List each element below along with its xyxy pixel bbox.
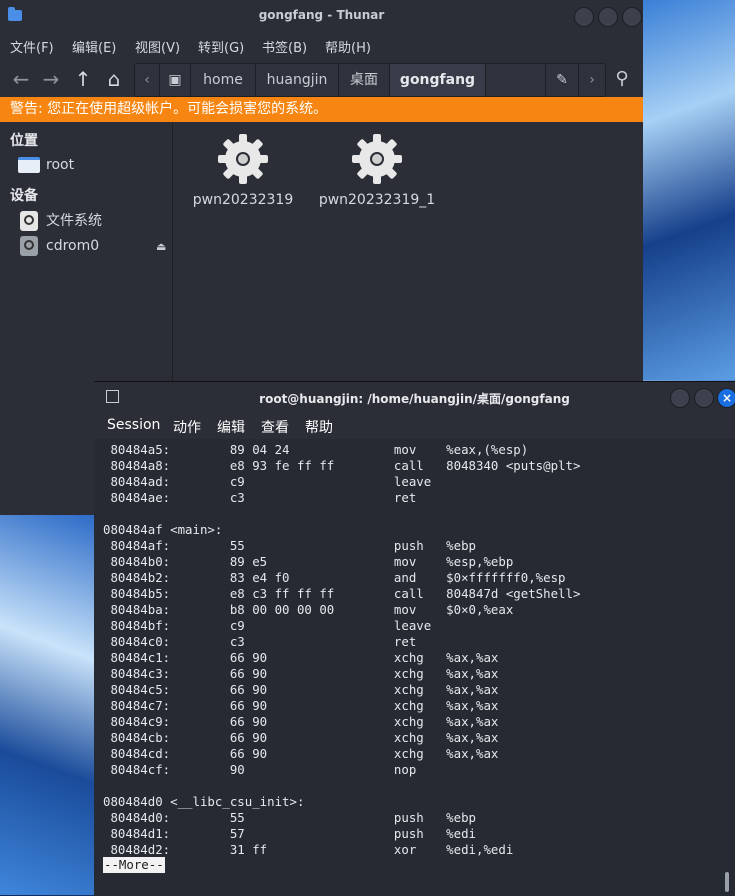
title-bar: gongfang - Thunar [0, 0, 643, 32]
executable-gear-icon [350, 132, 404, 186]
close-button[interactable]: × [717, 388, 735, 408]
menu-bar: 文件(F) 编辑(E) 视图(V) 转到(G) 书签(B) 帮助(H) [0, 32, 643, 60]
desktop-wallpaper [0, 515, 95, 895]
terminal-window: root@huangjin: /home/huangjin/桌面/gongfan… [94, 381, 735, 896]
close-button[interactable] [622, 7, 642, 27]
drive-icon[interactable]: ▣ [160, 64, 191, 96]
cdrom-icon [20, 236, 38, 256]
scroll-right-icon[interactable]: › [578, 64, 605, 96]
menu-help[interactable]: 帮助 [305, 417, 333, 437]
root-warning-banner: 警告: 您正在使用超级帐户。可能会损害您的系统。 [0, 97, 643, 122]
devices-header: 设备 [10, 188, 38, 204]
menu-bookmarks[interactable]: 书签(B) [262, 32, 307, 56]
terminal-output[interactable]: 80484a5: 89 04 24 mov %eax,(%esp) 80484a… [94, 439, 724, 896]
sidebar-item-label: root [46, 157, 75, 173]
maximize-button[interactable] [598, 7, 618, 27]
minimize-button[interactable] [670, 388, 690, 408]
crumb-huangjin[interactable]: huangjin [256, 64, 339, 96]
home-icon[interactable]: ⌂ [101, 66, 127, 92]
menu-view[interactable]: 视图(V) [135, 32, 180, 56]
file-name: pwn20232319_1 [318, 192, 436, 208]
pager-prompt: --More-- [103, 857, 165, 873]
scroll-left-icon[interactable]: ‹ [135, 64, 160, 96]
file-item[interactable]: pwn20232319_1 [312, 132, 442, 208]
sidebar-item-label: cdrom0 [46, 238, 100, 254]
menu-edit[interactable]: 编辑 [217, 417, 245, 437]
search-icon[interactable]: ⚲ [609, 66, 635, 92]
sidebar-item-cdrom0[interactable]: cdrom0 [18, 235, 168, 257]
crumb-gongfang[interactable]: gongfang [390, 64, 486, 96]
menu-go[interactable]: 转到(G) [198, 32, 244, 56]
path-bar: ‹ ▣ home huangjin 桌面 gongfang ✎ › [134, 63, 606, 97]
forward-arrow-icon[interactable]: → [38, 66, 64, 92]
desktop-wallpaper [643, 0, 735, 380]
crumb-desktop[interactable]: 桌面 [339, 64, 390, 96]
places-header: 位置 [10, 133, 38, 149]
menu-view[interactable]: 查看 [261, 417, 289, 437]
menu-actions[interactable]: 动作 [173, 417, 201, 437]
terminal-scrollbar[interactable] [725, 872, 729, 892]
terminal-menu-bar: Session 动作 编辑 查看 帮助 [94, 413, 735, 439]
menu-edit[interactable]: 编辑(E) [72, 32, 116, 56]
menu-session[interactable]: Session [107, 417, 160, 433]
disassembly-output: 80484a5: 89 04 24 mov %eax,(%esp) 80484a… [103, 442, 581, 857]
folder-icon [18, 157, 40, 173]
eject-icon[interactable]: ⏏ [156, 240, 166, 253]
executable-gear-icon [216, 132, 270, 186]
toolbar: ← → ↑ ⌂ ‹ ▣ home huangjin 桌面 gongfang ✎ … [0, 60, 643, 98]
file-item[interactable]: pwn20232319 [178, 132, 308, 208]
back-arrow-icon[interactable]: ← [8, 66, 34, 92]
sidebar-item-root[interactable]: root [18, 154, 168, 176]
menu-file[interactable]: 文件(F) [10, 32, 54, 56]
file-name: pwn20232319 [192, 192, 294, 208]
sidebar-item-label: 文件系统 [46, 213, 102, 229]
up-arrow-icon[interactable]: ↑ [70, 66, 96, 92]
crumb-home[interactable]: home [191, 64, 256, 96]
edit-pencil-icon[interactable]: ✎ [545, 64, 578, 96]
minimize-button[interactable] [574, 7, 594, 27]
sidebar-item-filesystem[interactable]: 文件系统 [18, 210, 168, 232]
maximize-button[interactable] [694, 388, 714, 408]
disk-icon [20, 211, 38, 231]
terminal-title-bar: root@huangjin: /home/huangjin/桌面/gongfan… [94, 382, 735, 413]
menu-help[interactable]: 帮助(H) [325, 32, 371, 56]
window-title: gongfang - Thunar [258, 8, 385, 22]
terminal-title: root@huangjin: /home/huangjin/桌面/gongfan… [259, 392, 570, 406]
